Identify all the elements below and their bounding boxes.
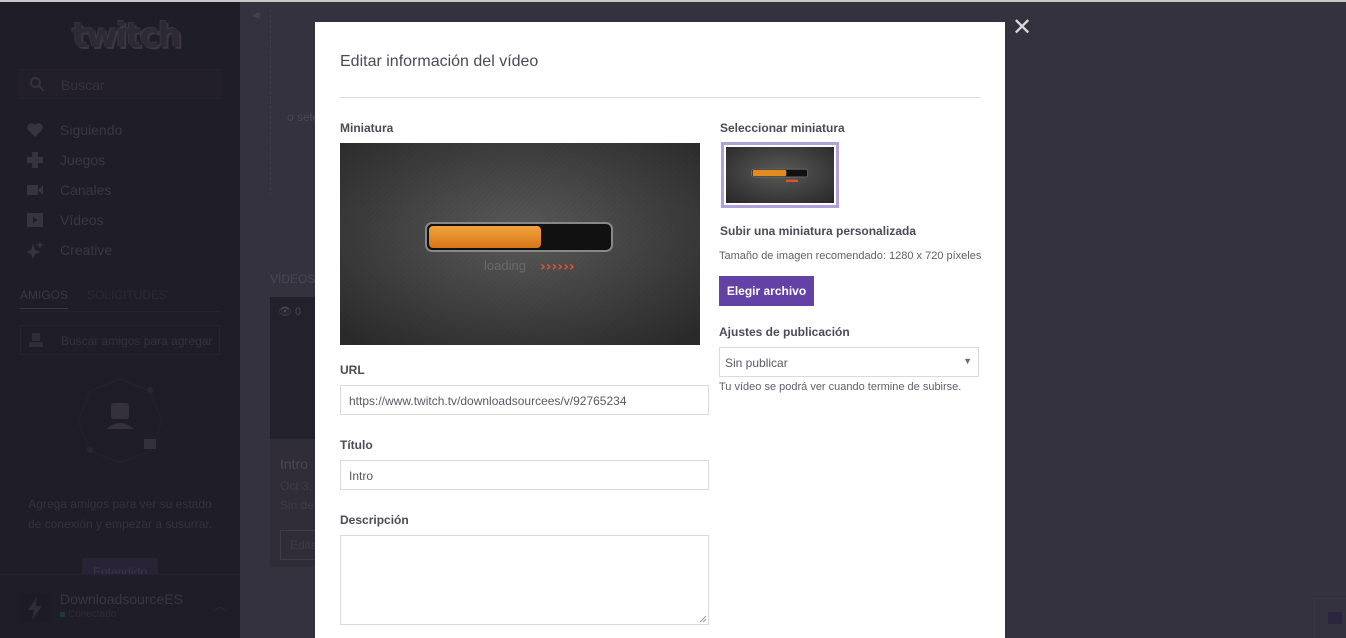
sidebar-item-label: Canales <box>60 182 112 198</box>
progress-fill <box>429 226 541 248</box>
video-card-description: Sin de <box>280 498 315 512</box>
play-icon <box>27 213 43 227</box>
close-modal-button[interactable]: ✕ <box>1011 16 1033 40</box>
search-icon <box>30 77 45 92</box>
dropdown-arrow-icon: ▼ <box>963 356 972 366</box>
user-status-text: Conectado <box>68 609 117 620</box>
view-count: 👁 0 <box>278 305 301 318</box>
url-field[interactable]: https://www.twitch.tv/downloadsourcees/v… <box>340 385 709 415</box>
url-label: URL <box>340 363 365 377</box>
description-field[interactable] <box>340 535 709 625</box>
heart-icon <box>27 123 43 137</box>
description-label: Descripción <box>340 513 409 527</box>
publish-selected-value: Sin publicar <box>725 356 788 370</box>
friend-search-input[interactable]: Buscar amigos para agregar <box>20 325 220 355</box>
gamepad-icon <box>27 152 43 168</box>
upload-custom-label: Subir una miniatura personalizada <box>720 224 917 238</box>
user-status: Conectado <box>60 609 116 620</box>
sidebar-item-label: Juegos <box>60 152 106 168</box>
search-placeholder: Buscar <box>61 77 105 93</box>
twitch-logo[interactable]: twitch <box>72 16 182 56</box>
sparkle-icon <box>26 241 44 259</box>
thumbnail-preview: loading ›››››› <box>340 143 700 345</box>
user-icon <box>29 333 43 347</box>
sidebar-item-creative[interactable]: Creative <box>26 239 226 261</box>
resize-grip-icon[interactable] <box>699 615 707 623</box>
choose-file-button[interactable]: Elegir archivo <box>719 276 814 306</box>
sidebar-item-label: Creative <box>60 242 113 258</box>
camera-icon <box>27 185 43 195</box>
window-top-border <box>0 0 1346 2</box>
username: DownloadsourceES <box>60 591 183 607</box>
loading-caption: loading <box>484 258 526 273</box>
thumbnail-option-image <box>726 147 834 203</box>
loading-arrows: ›››››› <box>540 259 575 275</box>
friends-tabs: AMIGOS SOLICITUDES <box>20 288 220 312</box>
tab-friends[interactable]: AMIGOS <box>20 288 69 309</box>
lightning-icon <box>28 597 42 620</box>
edit-video-modal: Editar información del vídeo Miniatura l… <box>315 22 1005 638</box>
sidebar-item-videos[interactable]: Vídeos <box>26 209 226 231</box>
user-bar[interactable]: DownloadsourceES Conectado ︿ <box>0 574 240 638</box>
eye-icon: 👁 <box>278 306 292 318</box>
loading-thumbnail-image: loading ›››››› <box>340 143 700 345</box>
sidebar-item-channels[interactable]: Canales <box>26 179 226 201</box>
publish-settings-label: Ajustes de publicación <box>719 325 850 339</box>
videos-heading: VÍDEOS <box>270 272 316 286</box>
search-input[interactable]: Buscar <box>20 69 220 99</box>
chevron-up-icon[interactable]: ︿ <box>214 597 226 614</box>
chat-icon <box>1328 612 1342 624</box>
video-card-date: Oct 3, <box>280 479 313 493</box>
title-field[interactable]: Intro <box>340 460 709 490</box>
status-dot-icon <box>60 612 65 617</box>
sidebar-item-label: Siguiendo <box>60 122 123 138</box>
title-label: Título <box>340 438 373 452</box>
friend-search-placeholder: Buscar amigos para agregar <box>61 334 213 348</box>
sidebar-item-following[interactable]: Siguiendo <box>26 119 226 141</box>
view-count-value: 0 <box>295 306 302 318</box>
modal-title: Editar información del vídeo <box>340 53 539 70</box>
sidebar: twitch Buscar Siguiendo Juegos Canales V… <box>0 2 240 638</box>
chat-toggle-button[interactable] <box>1314 598 1346 638</box>
publish-settings-select[interactable]: Sin publicar ▼ <box>719 347 979 377</box>
sidebar-item-games[interactable]: Juegos <box>26 149 226 171</box>
video-card-title: Intro <box>280 456 309 472</box>
publish-hint-text: Tu vídeo se podrá ver cuando termine de … <box>719 381 962 393</box>
thumbnail-option-selected[interactable] <box>721 142 839 208</box>
back-arrow-icon[interactable]: ◀ <box>252 10 260 21</box>
avatar[interactable] <box>20 593 50 623</box>
recommended-size-text: Tamaño de imagen recomendado: 1280 x 720… <box>719 250 982 262</box>
modal-divider <box>340 97 980 98</box>
friends-empty-message: Agrega amigos para ver su estado de cone… <box>27 497 213 531</box>
select-thumbnail-label: Seleccionar miniatura <box>720 121 845 135</box>
edit-video-button[interactable]: Edita <box>280 530 320 560</box>
tab-requests[interactable]: SOLICITUDES <box>87 288 167 302</box>
video-card-thumbnail[interactable] <box>270 297 320 439</box>
thumbnail-label: Miniatura <box>340 121 394 135</box>
friends-illustration-icon <box>77 378 163 464</box>
sidebar-item-label: Vídeos <box>60 212 104 228</box>
